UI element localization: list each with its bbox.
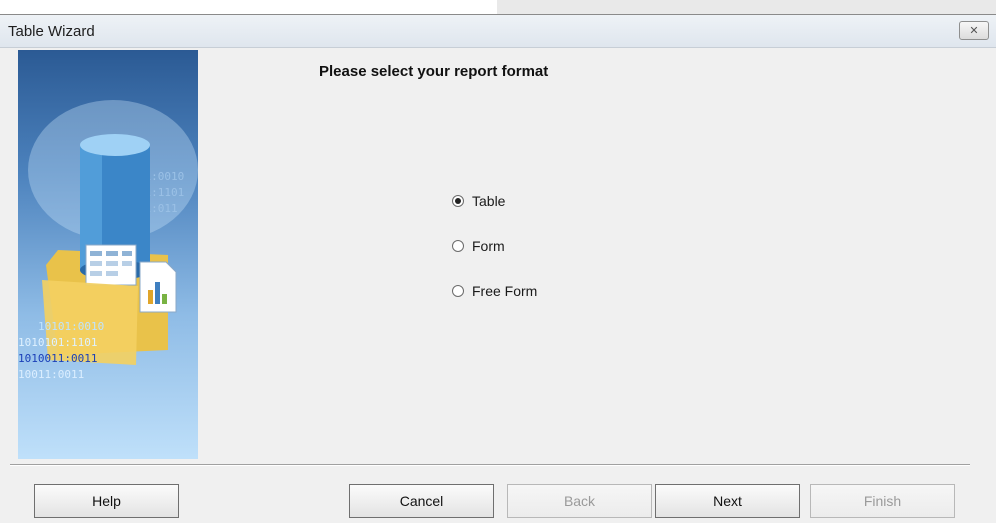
database-folder-illustration: 10101:0010 10011:1101 10111:011 xyxy=(18,100,198,381)
radio-button[interactable] xyxy=(452,240,464,252)
radio-option-free-form[interactable]: Free Form xyxy=(452,283,537,299)
radio-label-form: Form xyxy=(472,238,505,254)
finish-button[interactable]: Finish xyxy=(810,484,955,518)
binary-text: 1010011:0011 xyxy=(18,352,97,365)
help-button[interactable]: Help xyxy=(34,484,179,518)
next-button[interactable]: Next xyxy=(655,484,800,518)
title-bar: Table Wizard ✕ xyxy=(0,15,996,48)
radio-button-selected[interactable] xyxy=(452,195,464,207)
radio-button[interactable] xyxy=(452,285,464,297)
binary-text: 10101:0010 xyxy=(38,320,104,333)
radio-option-form[interactable]: Form xyxy=(452,238,505,254)
wizard-side-image: 10101:0010 10011:1101 10111:011 xyxy=(18,50,198,459)
page-heading: Please select your report format xyxy=(319,63,549,80)
background-window-edge xyxy=(497,0,996,14)
back-button[interactable]: Back xyxy=(507,484,652,518)
cancel-button[interactable]: Cancel xyxy=(349,484,494,518)
background-strip xyxy=(0,0,996,14)
radio-option-table[interactable]: Table xyxy=(452,193,505,209)
close-icon: ✕ xyxy=(969,25,979,37)
table-wizard-dialog: Table Wizard ✕ 10101:0010 10011:1101 101… xyxy=(0,14,996,523)
binary-text: 10011:0011 xyxy=(18,368,84,381)
footer-divider xyxy=(10,464,970,466)
close-button[interactable]: ✕ xyxy=(959,21,989,40)
radio-label-free-form: Free Form xyxy=(472,283,538,299)
binary-text: 1010101:1101 xyxy=(18,336,97,349)
radio-label-table: Table xyxy=(472,193,506,209)
window-title: Table Wizard xyxy=(8,23,95,40)
